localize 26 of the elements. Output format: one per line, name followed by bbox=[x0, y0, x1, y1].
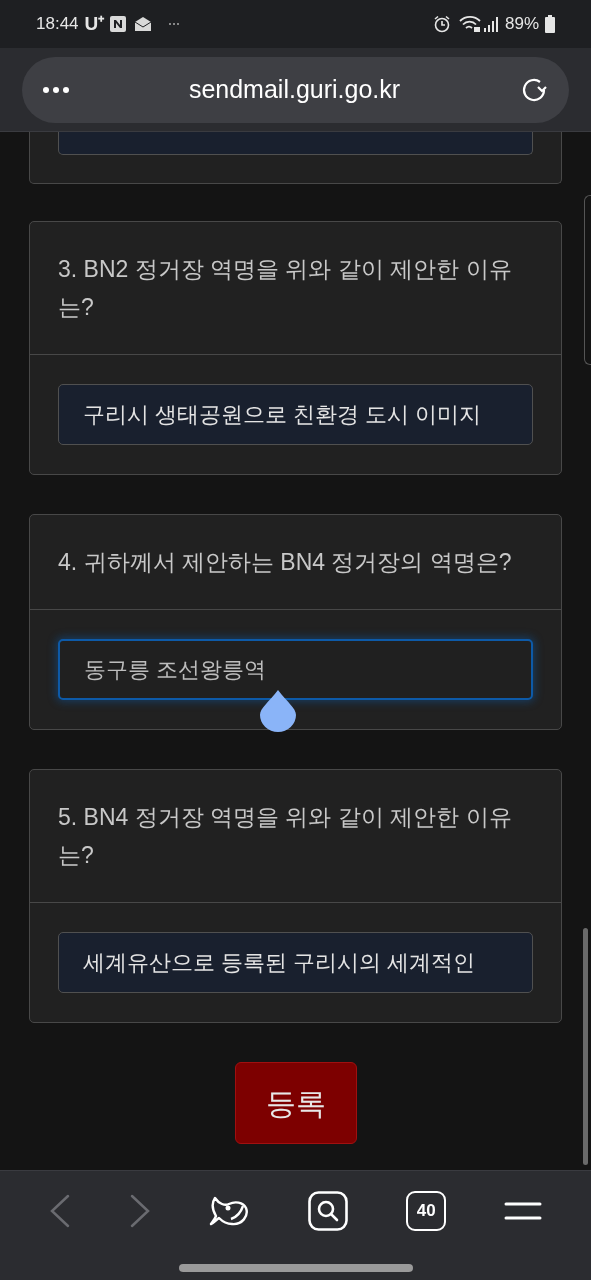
answer-field[interactable]: 구리시 생태공원으로 친환경 도시 이미지 bbox=[58, 384, 533, 445]
question-text: 5. BN4 정거장 역명을 위와 같이 제안한 이유는? bbox=[58, 803, 513, 870]
status-time: 18:44 bbox=[36, 13, 79, 36]
signal-icon bbox=[482, 16, 501, 32]
mail-icon bbox=[134, 16, 153, 32]
more-icon bbox=[168, 22, 181, 26]
search-icon[interactable] bbox=[308, 1191, 349, 1231]
answer-field[interactable]: 동구릉 조선왕릉역 bbox=[58, 639, 533, 700]
answer-field[interactable]: 세계유산으로 등록된 구리시의 세계적인 bbox=[58, 932, 533, 993]
tab-count-button[interactable]: 40 bbox=[406, 1191, 447, 1231]
text-cursor-handle[interactable] bbox=[259, 690, 297, 732]
battery-icon bbox=[545, 15, 555, 33]
url-text: sendmail.guri.go.kr bbox=[187, 73, 402, 105]
more-icon[interactable] bbox=[42, 85, 70, 94]
carrier-label: U⁺ bbox=[84, 11, 105, 36]
question-text: 4. 귀하께서 제안하는 BN4 정거장의 역명은? bbox=[58, 548, 513, 577]
side-panel-handle[interactable] bbox=[584, 195, 591, 365]
alarm-icon bbox=[432, 15, 451, 33]
battery-percent: 89% bbox=[504, 13, 539, 36]
whale-icon[interactable] bbox=[208, 1194, 251, 1228]
submit-button[interactable]: 등록 bbox=[234, 1062, 357, 1144]
address-bar[interactable]: sendmail.guri.go.kr bbox=[22, 56, 569, 123]
menu-icon[interactable] bbox=[504, 1202, 543, 1220]
question-text: 3. BN2 정거장 역명을 위와 같이 제안한 이유는? bbox=[58, 255, 513, 322]
notification-icon bbox=[110, 16, 127, 32]
wifi-icon bbox=[458, 15, 481, 33]
